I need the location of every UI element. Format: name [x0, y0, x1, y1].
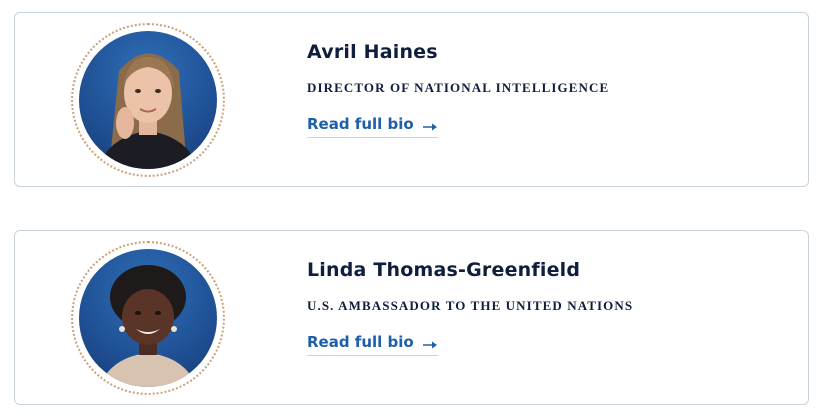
person-card-avril-haines: Avril Haines DIRECTOR OF NATIONAL INTELL…	[14, 12, 809, 187]
person-title: U.S. AMBASSADOR TO THE UNITED NATIONS	[307, 298, 634, 313]
portrait-photo	[79, 31, 217, 169]
person-title: DIRECTOR OF NATIONAL INTELLIGENCE	[307, 80, 610, 95]
person-card-linda-thomas-greenfield: Linda Thomas-Greenfield U.S. AMBASSADOR …	[14, 230, 809, 405]
person-name: Avril Haines	[307, 41, 438, 63]
portrait-photo	[79, 249, 217, 387]
portrait-frame	[71, 23, 225, 177]
portrait-illustration	[99, 265, 197, 387]
portrait-illustration	[97, 53, 199, 169]
person-name: Linda Thomas-Greenfield	[307, 259, 581, 281]
read-full-bio-link[interactable]: Read full bio	[307, 333, 438, 356]
read-full-bio-label: Read full bio	[307, 333, 414, 351]
read-full-bio-link[interactable]: Read full bio	[307, 115, 438, 138]
read-full-bio-label: Read full bio	[307, 115, 414, 133]
portrait-frame	[71, 241, 225, 395]
arrow-right-icon	[422, 337, 438, 349]
arrow-right-icon	[422, 119, 438, 131]
